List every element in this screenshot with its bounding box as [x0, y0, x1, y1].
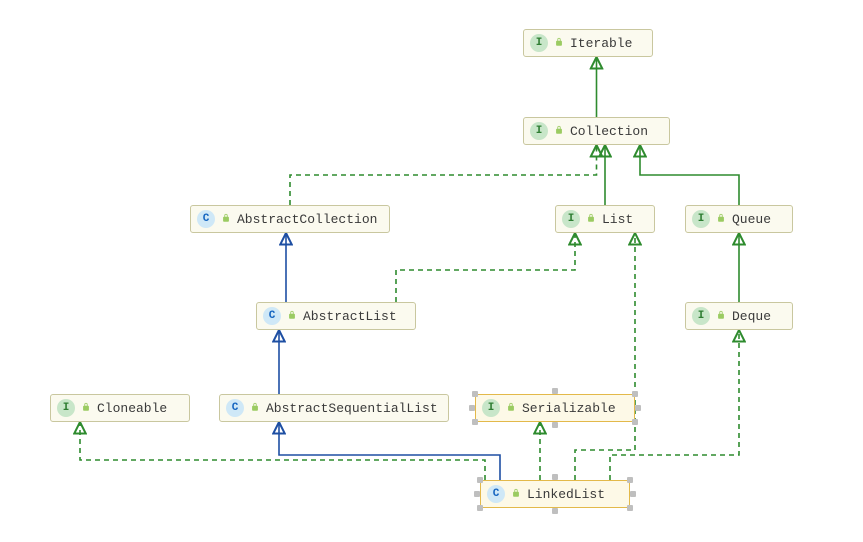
node-label: AbstractSequentialList — [266, 401, 438, 416]
node-label: Collection — [570, 124, 648, 139]
class-icon: C — [226, 399, 244, 417]
selection-handle[interactable] — [477, 477, 483, 483]
lock-icon — [81, 401, 91, 416]
class-icon: C — [197, 210, 215, 228]
selection-handle[interactable] — [469, 405, 475, 411]
selection-handle[interactable] — [627, 505, 633, 511]
node-cloneable[interactable]: I Cloneable — [50, 394, 190, 422]
lock-icon — [506, 401, 516, 416]
node-label: Queue — [732, 212, 771, 227]
selection-handle[interactable] — [635, 405, 641, 411]
interface-icon: I — [530, 34, 548, 52]
node-deque[interactable]: I Deque — [685, 302, 793, 330]
node-collection[interactable]: I Collection — [523, 117, 670, 145]
lock-icon — [716, 309, 726, 324]
diagram-canvas[interactable]: I Iterable I Collection C AbstractCollection I… — [0, 0, 863, 542]
node-linkedList[interactable]: C LinkedList — [480, 480, 630, 508]
interface-icon: I — [692, 307, 710, 325]
class-icon: C — [263, 307, 281, 325]
node-abstractSeqList[interactable]: C AbstractSequentialList — [219, 394, 449, 422]
lock-icon — [250, 401, 260, 416]
lock-icon — [511, 487, 521, 502]
selection-handle[interactable] — [472, 419, 478, 425]
node-list[interactable]: I List — [555, 205, 655, 233]
node-abstractList[interactable]: C AbstractList — [256, 302, 416, 330]
lock-icon — [716, 212, 726, 227]
selection-handle[interactable] — [552, 474, 558, 480]
selection-handle[interactable] — [630, 491, 636, 497]
node-iterable[interactable]: I Iterable — [523, 29, 653, 57]
node-queue[interactable]: I Queue — [685, 205, 793, 233]
node-label: AbstractList — [303, 309, 397, 324]
node-label: AbstractCollection — [237, 212, 377, 227]
interface-icon: I — [57, 399, 75, 417]
selection-handle[interactable] — [632, 391, 638, 397]
lock-icon — [586, 212, 596, 227]
node-abstractCollection[interactable]: C AbstractCollection — [190, 205, 390, 233]
node-serializable[interactable]: I Serializable — [475, 394, 635, 422]
lock-icon — [554, 36, 564, 51]
node-label: List — [602, 212, 633, 227]
interface-icon: I — [482, 399, 500, 417]
node-label: LinkedList — [527, 487, 605, 502]
lock-icon — [287, 309, 297, 324]
class-icon: C — [487, 485, 505, 503]
interface-icon: I — [562, 210, 580, 228]
interface-icon: I — [530, 122, 548, 140]
lock-icon — [221, 212, 231, 227]
selection-handle[interactable] — [552, 508, 558, 514]
interface-icon: I — [692, 210, 710, 228]
selection-handle[interactable] — [627, 477, 633, 483]
node-label: Iterable — [570, 36, 632, 51]
selection-handle[interactable] — [552, 388, 558, 394]
node-label: Cloneable — [97, 401, 167, 416]
selection-handle[interactable] — [632, 419, 638, 425]
selection-handle[interactable] — [474, 491, 480, 497]
node-label: Serializable — [522, 401, 616, 416]
selection-handle[interactable] — [477, 505, 483, 511]
node-label: Deque — [732, 309, 771, 324]
selection-handle[interactable] — [552, 422, 558, 428]
selection-handle[interactable] — [472, 391, 478, 397]
lock-icon — [554, 124, 564, 139]
